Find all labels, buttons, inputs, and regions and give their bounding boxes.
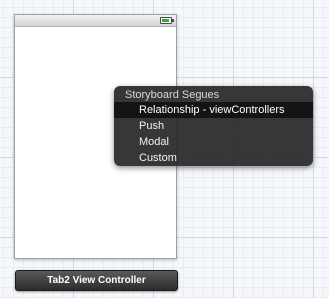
scene-title-bar[interactable]: Tab2 View Controller: [15, 270, 178, 291]
status-bar: [15, 15, 176, 27]
menu-item-relationship[interactable]: Relationship - viewControllers: [114, 102, 313, 118]
segue-popup-menu: Storyboard Segues Relationship - viewCon…: [114, 86, 313, 166]
menu-item-modal[interactable]: Modal: [114, 134, 313, 150]
menu-header: Storyboard Segues: [125, 89, 220, 101]
battery-icon: [160, 17, 174, 24]
menu-item-custom[interactable]: Custom: [114, 150, 313, 166]
menu-item-push[interactable]: Push: [114, 118, 313, 134]
